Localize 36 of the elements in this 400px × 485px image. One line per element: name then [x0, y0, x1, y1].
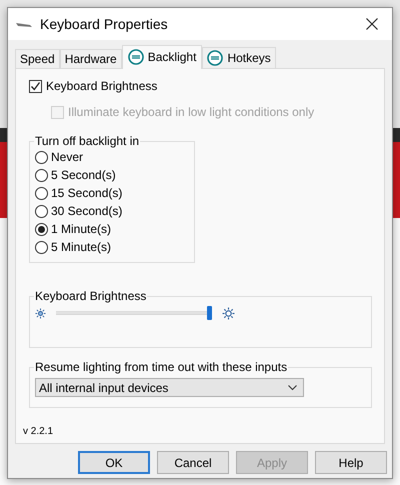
radio-button[interactable] [35, 240, 48, 254]
slider-thumb[interactable] [207, 306, 212, 320]
chevron-icon [288, 384, 297, 390]
radio-label: 5 Second(s) [51, 168, 116, 182]
keyboard-icon [16, 20, 32, 28]
version-label: v 2.2.1 [23, 426, 54, 437]
dialog-button[interactable]: Cancel [157, 451, 229, 474]
radio-button[interactable] [35, 168, 48, 182]
radio-label: 30 Second(s) [51, 204, 122, 218]
dropdown[interactable]: All internal input devices [35, 378, 304, 397]
checkbox-label: Keyboard Brightness [46, 79, 158, 93]
group-title: Turn off backlight in [34, 134, 140, 148]
radio-button[interactable] [35, 186, 48, 200]
group-title: Resume lighting from time out with these inputs [34, 360, 288, 374]
logo-icon [207, 50, 224, 66]
radio-label: 15 Second(s) [51, 186, 122, 200]
radio-button[interactable] [35, 150, 48, 164]
radio-button[interactable] [35, 204, 48, 218]
radio-label: 1 Minute(s) [51, 222, 112, 236]
bright-sun-icon [222, 306, 235, 320]
radio-label: Never [51, 150, 84, 164]
close-icon [366, 18, 378, 30]
logo-icon [128, 49, 144, 65]
dim-sun-icon [35, 308, 46, 318]
checkbox-label: Illuminate keyboard in low light conditions only [68, 105, 314, 119]
dialog-button[interactable]: OK [78, 451, 150, 474]
tab[interactable]: Hotkeys [202, 47, 276, 68]
radio-button[interactable] [35, 222, 48, 236]
checkbox[interactable] [29, 80, 42, 92]
group-title: Keyboard Brightness [34, 289, 148, 303]
dialog-button[interactable]: Help [315, 451, 387, 474]
radio-label: 5 Minute(s) [51, 240, 112, 254]
tab[interactable]: Backlight [122, 45, 202, 69]
tab[interactable]: Speed [15, 49, 60, 68]
window-title: Keyboard Properties [40, 16, 169, 32]
tab[interactable]: Hardware [60, 49, 122, 68]
